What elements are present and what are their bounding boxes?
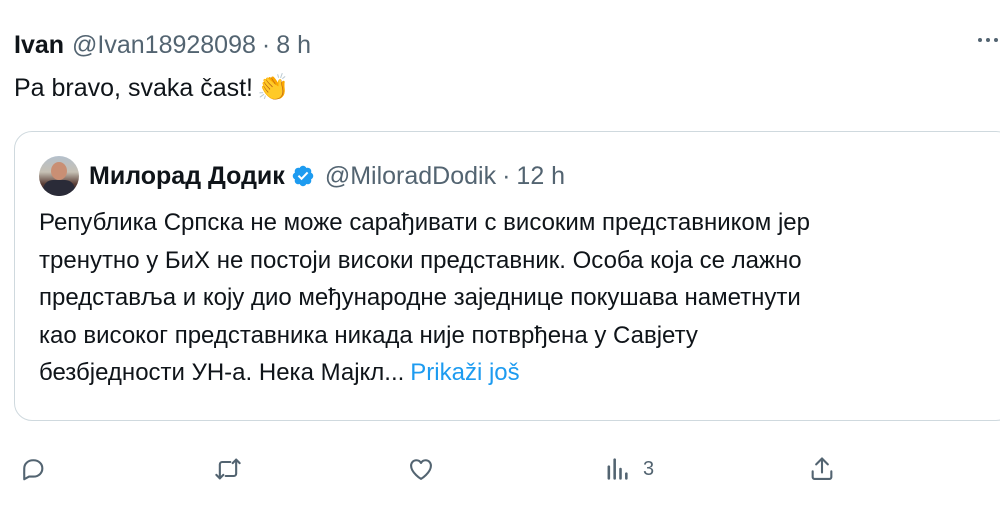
tweet-header: Ivan @Ivan18928098 · 8 h — [14, 28, 311, 62]
quoted-text-line: безбједности УН-а. Нека Мајкл... — [39, 359, 405, 386]
quoted-tweet-text: Република Српска не може сарађивати с ви… — [39, 204, 999, 392]
like-icon — [410, 459, 432, 480]
quoted-tweet-time[interactable]: 12 h — [516, 162, 565, 191]
separator-dot: · — [502, 161, 511, 190]
retweet-icon — [215, 458, 241, 480]
views-count: 3 — [643, 457, 655, 480]
quoted-tweet-card[interactable]: Милорад Додик @MiloradDodik · 12 h Репуб… — [14, 131, 1000, 421]
separator-dot: · — [261, 30, 271, 59]
reply-icon — [23, 459, 44, 481]
quoted-text-line: као високог представника никада није пот… — [39, 321, 698, 349]
quoted-text-line-last: безбједности УН-а. Нека Мајкл... Prikaži … — [39, 354, 999, 392]
show-more-link[interactable]: Prikaži još — [410, 359, 519, 386]
reply-button[interactable] — [19, 445, 47, 493]
quoted-tweet-header: Милорад Додик @MiloradDodik · 12 h — [39, 156, 565, 196]
quoted-author-name[interactable]: Милорад Додик — [89, 162, 285, 191]
author-name[interactable]: Ivan — [14, 31, 64, 60]
like-button[interactable] — [407, 445, 435, 493]
verified-badge-icon — [292, 165, 314, 187]
tweet-time[interactable]: 8 h — [276, 31, 311, 60]
quoted-author-handle[interactable]: @MiloradDodik — [325, 162, 496, 191]
author-handle[interactable]: @Ivan18928098 — [72, 31, 256, 60]
quoted-text-line: представља и коју дио међународне заједн… — [39, 284, 801, 311]
retweet-button[interactable] — [214, 445, 242, 493]
tweet-text: Pa bravo, svaka čast! 👏 — [14, 70, 289, 106]
tweet-text-content: Pa bravo, svaka čast! — [14, 74, 254, 102]
share-button[interactable] — [808, 445, 836, 493]
views-button[interactable]: 3 — [603, 445, 654, 493]
more-options-icon[interactable] — [978, 38, 998, 42]
share-icon — [811, 457, 833, 480]
quoted-text-line: тренутно у БиХ не постоји високи предста… — [39, 246, 802, 274]
tweet-actions-bar: 3 — [0, 445, 1000, 493]
quoted-text-line: Република Српска не може сарађивати с ви… — [39, 209, 810, 236]
avatar[interactable] — [39, 156, 79, 196]
clapping-hands-emoji: 👏 — [257, 73, 290, 103]
views-icon — [607, 458, 628, 480]
